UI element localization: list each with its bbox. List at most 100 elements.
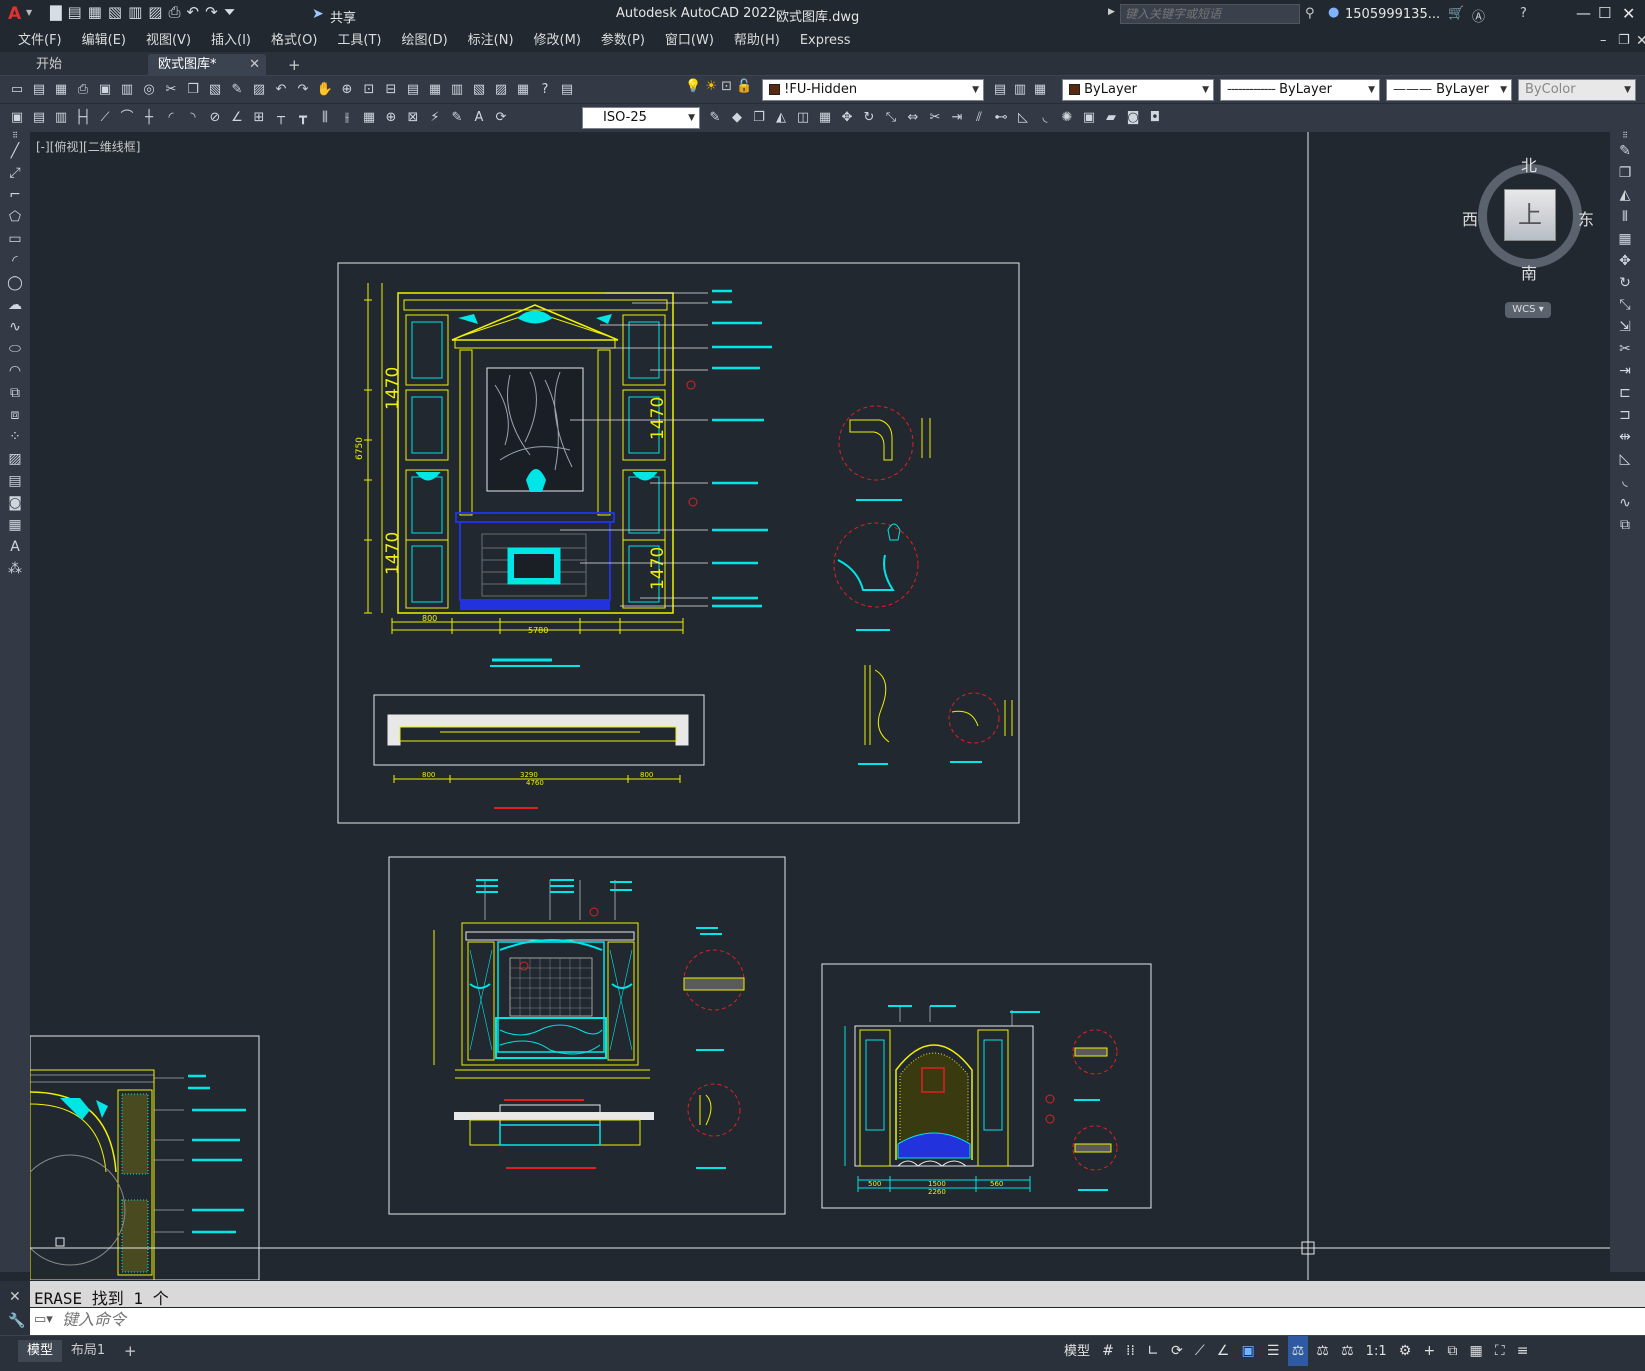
break-icon[interactable]: ⊐	[1610, 404, 1640, 426]
new-file-icon[interactable]: ▇	[50, 3, 68, 21]
plot-preview-icon[interactable]: ▣	[95, 80, 115, 100]
compass-north[interactable]: 北	[1521, 152, 1537, 176]
open-icon[interactable]: ▤	[29, 80, 49, 100]
chamfer-icon[interactable]: ◺	[1610, 448, 1640, 470]
trim-tool-icon[interactable]: ✂	[925, 108, 945, 128]
spline-icon[interactable]: ∿	[0, 316, 30, 338]
compass-east[interactable]: 东	[1578, 206, 1594, 230]
layer-state-icon[interactable]: ▦	[1030, 80, 1050, 100]
scale-tool-icon[interactable]: ⤡	[881, 108, 901, 128]
layer-previous-icon[interactable]: ▥	[1010, 80, 1030, 100]
offset-tool-icon[interactable]: ◫	[793, 108, 813, 128]
share-icon[interactable]: ➤	[312, 6, 324, 22]
grid-icon[interactable]: #	[1098, 1336, 1118, 1366]
dim-edit-icon[interactable]: ✎	[447, 108, 467, 128]
match-properties-icon[interactable]: ✎	[227, 80, 247, 100]
offset-icon[interactable]: ⫴	[1610, 206, 1640, 228]
insert-block-icon[interactable]: ⧉	[0, 382, 30, 404]
minimize-window-icon[interactable]: —	[1576, 4, 1591, 22]
plot-icon[interactable]: ⎙	[168, 3, 186, 21]
hatch-icon[interactable]: ▨	[0, 448, 30, 470]
layout-tab-layout1[interactable]: 布局1	[66, 1340, 110, 1362]
jogged-dim-icon[interactable]: ◝	[183, 108, 203, 128]
dim-space-icon[interactable]: ⫼	[315, 108, 335, 128]
trim-icon[interactable]: ✂	[1610, 338, 1640, 360]
layer-viewport-icon[interactable]: ⊡	[721, 79, 732, 94]
extrude-tool-icon[interactable]: ▰	[1101, 108, 1121, 128]
construction-line-icon[interactable]: ⤢	[0, 162, 30, 184]
rotate-tool-icon[interactable]: ↻	[859, 108, 879, 128]
annotation-visibility-icon[interactable]: ⚖	[1287, 1336, 1309, 1366]
erase-tool-icon[interactable]: ◆	[727, 108, 747, 128]
sheet-set-icon[interactable]: ▧	[469, 80, 489, 100]
linetype-dropdown[interactable]: ------------- ByLayer ▼	[1220, 79, 1380, 101]
zoom-window-icon[interactable]: ⊡	[359, 80, 379, 100]
layout-tab-model[interactable]: 模型	[18, 1340, 62, 1362]
command-customize-icon[interactable]: 🔧	[8, 1313, 25, 1329]
zoom-realtime-icon[interactable]: ⊕	[337, 80, 357, 100]
copy-object-icon[interactable]: ❐	[1610, 162, 1640, 184]
dimstyle-dropdown[interactable]: ISO-25 ▼	[582, 107, 700, 129]
table-icon[interactable]: ▦	[0, 514, 30, 536]
layer-control[interactable]: 💡 ☀ ⊡ 🔓	[685, 79, 752, 94]
snap-icon[interactable]: ⁞⁞	[1122, 1336, 1139, 1366]
user-icon[interactable]: ●	[1328, 5, 1339, 20]
right-toolbar-grip-icon[interactable]: ⠿	[1610, 132, 1640, 140]
dim-text-edit-icon[interactable]: A	[469, 108, 489, 128]
markup-icon[interactable]: ▨	[491, 80, 511, 100]
region-icon[interactable]: ◙	[0, 492, 30, 514]
help-search-input[interactable]	[1120, 4, 1300, 24]
layer-on-icon[interactable]: 💡	[685, 79, 701, 94]
autocad-logo-icon[interactable]: A	[8, 4, 21, 24]
isodraft-icon[interactable]: ⟋	[1191, 1336, 1209, 1366]
tab-close-icon[interactable]: ✕	[249, 54, 260, 76]
save-as-icon[interactable]: ▧	[108, 3, 128, 21]
point-icon[interactable]: ⁘	[0, 426, 30, 448]
region-tool-icon[interactable]: ▣	[1079, 108, 1099, 128]
menu-item-7[interactable]: 标注(N)	[458, 30, 524, 52]
make-current-layer-icon[interactable]: ▤	[990, 80, 1010, 100]
lineweight-dropdown[interactable]: ——— ByLayer ▼	[1386, 79, 1512, 101]
model-space-button[interactable]: 模型	[1060, 1337, 1094, 1367]
dim-style-icon[interactable]: ✎	[705, 108, 725, 128]
inspect-icon[interactable]: ⊠	[403, 108, 423, 128]
erase-icon[interactable]: ✎	[1610, 140, 1640, 162]
center-mark-icon[interactable]: ⊕	[381, 108, 401, 128]
add-selected-icon[interactable]: ⁂	[0, 558, 30, 580]
explode-tool-icon[interactable]: ✺	[1057, 108, 1077, 128]
polar-icon[interactable]: ⟳	[1167, 1336, 1187, 1366]
line-icon[interactable]: ╱	[0, 140, 30, 162]
toolbar-grip-icon[interactable]: ⠿	[0, 132, 30, 140]
add-layout-icon[interactable]: +	[124, 1342, 137, 1360]
subtract-tool-icon[interactable]: ◘	[1145, 108, 1165, 128]
viewcube[interactable]: 上 北 南 东 西	[1462, 152, 1594, 283]
gradient-icon[interactable]: ▤	[0, 470, 30, 492]
ordinate-dim-icon[interactable]: ┼	[139, 108, 159, 128]
radius-dim-icon[interactable]: ◜	[161, 108, 181, 128]
command-input[interactable]	[62, 1310, 1622, 1332]
menu-item-4[interactable]: 格式(O)	[261, 30, 327, 52]
arc-length-icon[interactable]: ⌒	[117, 108, 137, 128]
move-tool-icon[interactable]: ✥	[837, 108, 857, 128]
design-center-icon[interactable]: ▦	[425, 80, 445, 100]
command-input-row[interactable]: ▭▾	[30, 1308, 1645, 1335]
xref-icon[interactable]: ▤	[29, 108, 49, 128]
command-close-icon[interactable]: ✕	[9, 1289, 21, 1305]
menu-item-12[interactable]: Express	[790, 30, 861, 52]
cut-icon[interactable]: ✂	[161, 80, 181, 100]
help-tool-icon[interactable]: ?	[535, 80, 555, 100]
drawing-canvas[interactable]: [-][俯视][二维线框] 1470 1470 6750 1470 1470 8…	[30, 132, 1610, 1280]
aligned-dim-icon[interactable]: ⟋	[95, 108, 115, 128]
compass-south[interactable]: 南	[1521, 260, 1537, 284]
angular-dim-icon[interactable]: ∠	[227, 108, 247, 128]
layer-freeze-icon[interactable]: ☀	[705, 79, 717, 94]
user-account[interactable]: 1505999135...	[1345, 7, 1440, 22]
annotation-monitor-icon[interactable]: +	[1419, 1336, 1439, 1366]
attach-icon[interactable]: ▥	[51, 108, 71, 128]
stretch-tool-icon[interactable]: ⇔	[903, 108, 923, 128]
auto-scale-icon[interactable]: ⚖	[1312, 1336, 1333, 1366]
mirror-tool-icon[interactable]: ◭	[771, 108, 791, 128]
autodesk-app-icon[interactable]: Ⓐ	[1472, 6, 1485, 25]
block-editor-icon[interactable]: ▨	[249, 80, 269, 100]
arc-icon[interactable]: ◜	[0, 250, 30, 272]
